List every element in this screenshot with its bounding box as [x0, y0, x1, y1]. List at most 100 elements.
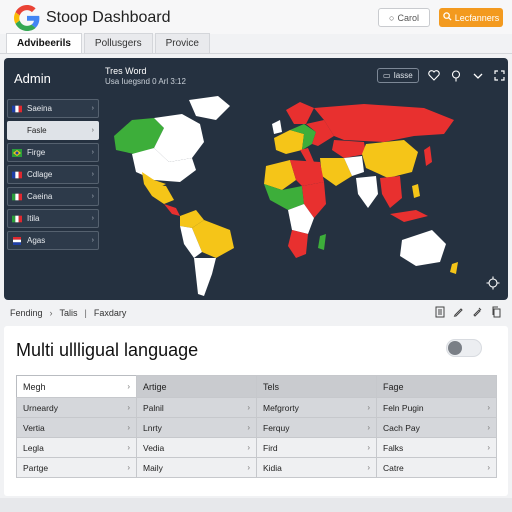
map-region-central-america — [164, 204, 180, 216]
grid-cell-label: Kidia — [263, 462, 282, 473]
grid-cell[interactable]: Partge › — [16, 457, 137, 478]
cancel-button[interactable]: ○ Carol — [378, 8, 430, 27]
chevron-down-icon[interactable] — [471, 69, 485, 83]
map-filter-label: Iasse — [393, 71, 413, 80]
map-region-scandinavia — [286, 102, 314, 124]
expand-icon[interactable] — [493, 69, 507, 83]
map-region-uk — [272, 120, 282, 134]
grid-cell[interactable]: Cach Pay › — [376, 417, 497, 438]
chevron-right-icon: › — [91, 171, 94, 178]
grid-cell[interactable]: Tels — [256, 375, 377, 398]
heart-icon[interactable] — [427, 69, 441, 83]
grid-cell-label: Maily — [143, 462, 163, 473]
grid-cell[interactable]: Urneardy › — [16, 397, 137, 418]
map-region-mexico — [144, 184, 174, 204]
france-flag-icon — [12, 105, 22, 112]
map-region-indonesia — [390, 210, 428, 222]
chevron-right-icon: › — [127, 423, 130, 432]
language-toggle[interactable] — [446, 339, 482, 357]
map-region-russia — [314, 104, 454, 142]
primary-action-button[interactable]: Lecfanners — [439, 8, 503, 27]
breadcrumb-item[interactable]: Fending — [10, 308, 43, 318]
chevron-right-icon: › — [487, 443, 490, 452]
chevron-right-icon: › — [247, 443, 250, 452]
edit-icon[interactable] — [472, 306, 483, 317]
list-item-label: Itila — [27, 214, 40, 223]
brazil-flag-icon — [12, 148, 22, 157]
grid-cell[interactable]: Vedia › — [136, 437, 257, 458]
grid-cell-label: Partge — [23, 462, 49, 473]
map-region-southern-africa — [288, 230, 308, 258]
map-region-new-zealand — [450, 262, 458, 274]
grid-cell[interactable]: Falks › — [376, 437, 497, 458]
list-item[interactable]: Fasle › — [7, 121, 99, 140]
search-icon — [443, 12, 452, 23]
grid-cell[interactable]: Ferquy › — [256, 417, 377, 438]
document-icon[interactable] — [435, 306, 445, 318]
italy-flag-icon — [12, 215, 22, 222]
grid-cell[interactable]: Lnrty › — [136, 417, 257, 438]
list-item-label: Fasle — [27, 126, 47, 135]
grid-cell[interactable]: Megh › — [16, 375, 137, 398]
language-card: Multi ullligual language Megh › Artige Te… — [4, 326, 508, 496]
map-toolbar: ▭ Iasse — [377, 68, 507, 83]
grid-cell[interactable]: Fird › — [256, 437, 377, 458]
map-region-greenland — [189, 96, 230, 120]
list-item-label: Firge — [27, 148, 46, 157]
panel-title: Admin — [14, 71, 51, 86]
chevron-right-icon: › — [247, 403, 250, 412]
crosshair-icon[interactable] — [486, 276, 500, 290]
card-title: Multi ullligual language — [16, 340, 199, 360]
list-item[interactable]: Cdlage › — [7, 165, 99, 184]
map-region-philippines — [412, 184, 420, 198]
list-item[interactable]: Agas › — [7, 231, 99, 250]
map-region-kazakhstan — [332, 140, 366, 158]
grid-cell[interactable]: Artige — [136, 375, 257, 398]
grid-cell[interactable]: Maily › — [136, 457, 257, 478]
map-region-argentina — [194, 258, 216, 296]
grid-cell-label: Mefgrorty — [263, 402, 299, 413]
grid-cell-label: Tels — [263, 381, 280, 392]
list-item[interactable]: Saeina › — [7, 99, 99, 118]
flag-placeholder — [12, 127, 22, 135]
grid-cell[interactable]: Legla › — [16, 437, 137, 458]
list-item[interactable]: Caeina › — [7, 187, 99, 206]
grid-cell[interactable]: Mefgrorty › — [256, 397, 377, 418]
list-item-label: Agas — [27, 236, 46, 245]
map-region-madagascar — [318, 234, 326, 250]
grid-cell[interactable]: Fage — [376, 375, 497, 398]
chevron-right-icon: › — [91, 215, 94, 222]
tab-pollusgers[interactable]: Pollusgers — [83, 33, 153, 53]
tab-provice[interactable]: Provice — [154, 33, 210, 53]
list-item-label: Saeina — [27, 104, 52, 113]
map-region-japan — [424, 146, 432, 166]
grid-cell-label: Ferquy — [263, 422, 290, 433]
map-region-india — [356, 176, 378, 208]
pin-icon[interactable] — [449, 69, 463, 83]
language-grid: Megh › Artige Tels Fage Urneardy › Palnil ›… — [16, 375, 497, 478]
grid-cell[interactable]: Vertia › — [16, 417, 137, 438]
list-item[interactable]: Firge › — [7, 143, 99, 162]
breadcrumb-item[interactable]: Talis — [60, 308, 78, 318]
tab-advibeerils[interactable]: Advibeerils — [6, 33, 82, 53]
window-icon: ▭ — [383, 71, 391, 80]
country-list: Saeina › Fasle › Firge › Cdlage › Caeina… — [7, 99, 99, 253]
chevron-right-icon: › — [367, 463, 370, 472]
app-title: Stoop Dashboard — [46, 9, 171, 26]
grid-cell[interactable]: Kidia › — [256, 457, 377, 478]
google-logo-icon[interactable] — [14, 5, 40, 31]
grid-cell-label: Vedia — [143, 442, 165, 453]
chevron-right-icon: › — [247, 423, 250, 432]
pencil-icon[interactable] — [453, 306, 464, 317]
world-map-panel: Admin Tres Word Usa Iuegsnd 0 Arl 3:12 ▭… — [4, 58, 508, 300]
breadcrumb-item[interactable]: Faxdary — [94, 308, 127, 318]
map-region-canada-east — [154, 114, 204, 162]
chevron-right-icon: › — [127, 403, 130, 412]
grid-cell[interactable]: Palnil › — [136, 397, 257, 418]
list-item-label: Cdlage — [27, 170, 53, 179]
copy-icon[interactable] — [491, 306, 502, 318]
grid-cell[interactable]: Catre › — [376, 457, 497, 478]
grid-cell[interactable]: Feln Pugin › — [376, 397, 497, 418]
list-item[interactable]: Itila › — [7, 209, 99, 228]
map-filter-chip[interactable]: ▭ Iasse — [377, 68, 419, 83]
